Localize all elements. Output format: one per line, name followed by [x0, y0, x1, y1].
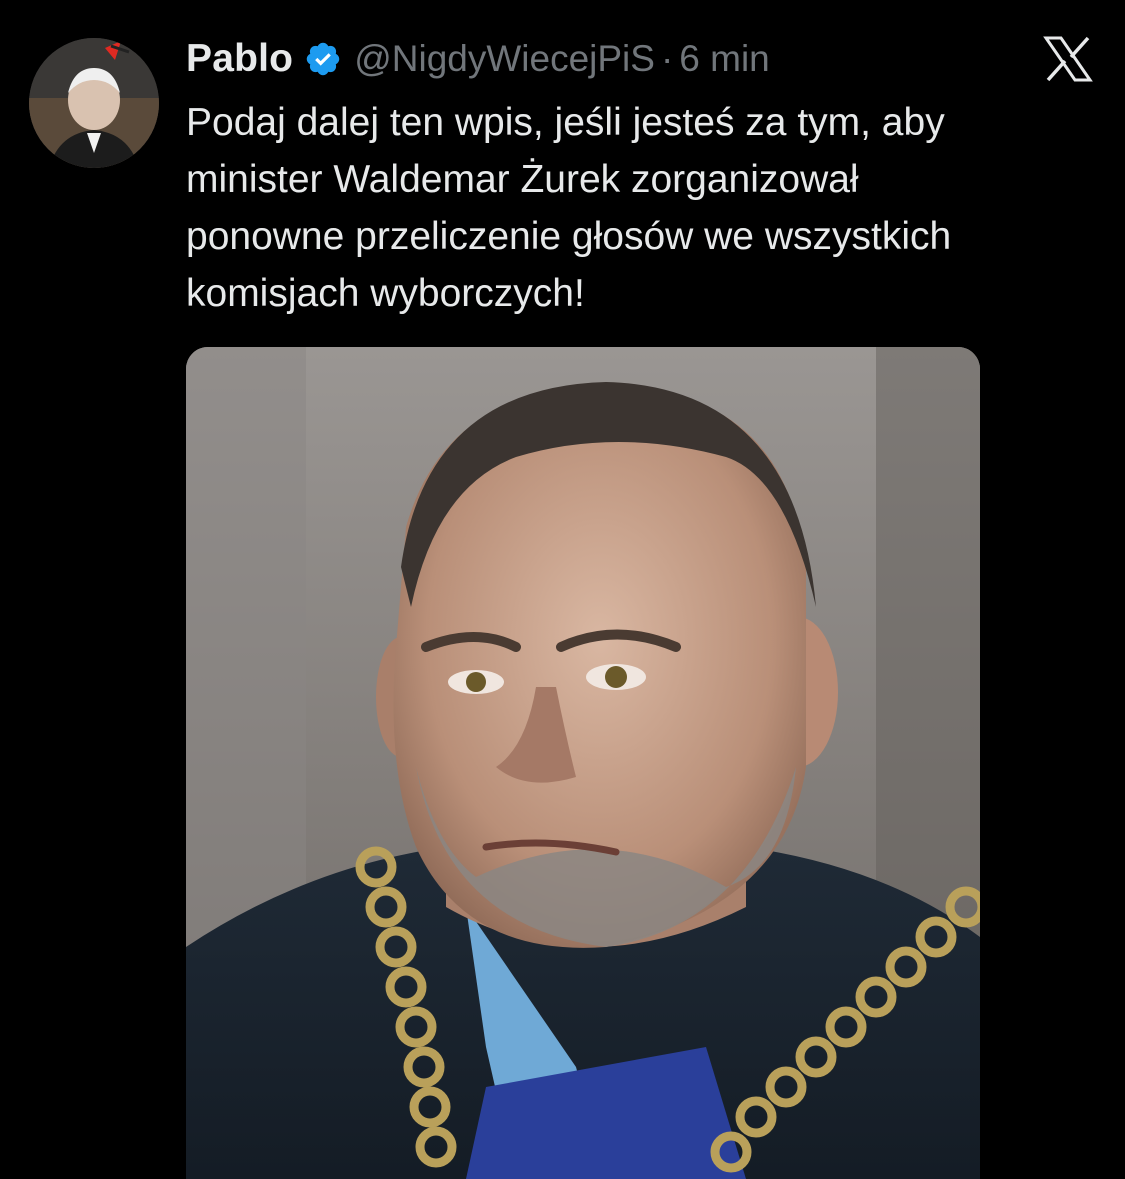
timestamp[interactable]: 6 min: [679, 38, 769, 80]
avatar[interactable]: [29, 38, 159, 168]
display-name[interactable]: Pablo: [186, 37, 293, 81]
tweet-text: Podaj dalej ten wpis, jeśli jesteś za ty…: [186, 101, 952, 315]
tweet-card[interactable]: Pablo @NigdyWiecejPiS · 6 min Podaj dale…: [0, 0, 1125, 1179]
avatar-photo: [29, 38, 159, 168]
separator-dot: ·: [660, 38, 674, 79]
tweet-header: Pablo @NigdyWiecejPiS · 6 min: [186, 36, 770, 82]
tweet-media-photo[interactable]: [186, 347, 980, 1179]
user-handle[interactable]: @NigdyWiecejPiS: [354, 38, 655, 80]
verified-badge-icon: [304, 40, 342, 78]
x-logo-icon: [1043, 36, 1093, 82]
